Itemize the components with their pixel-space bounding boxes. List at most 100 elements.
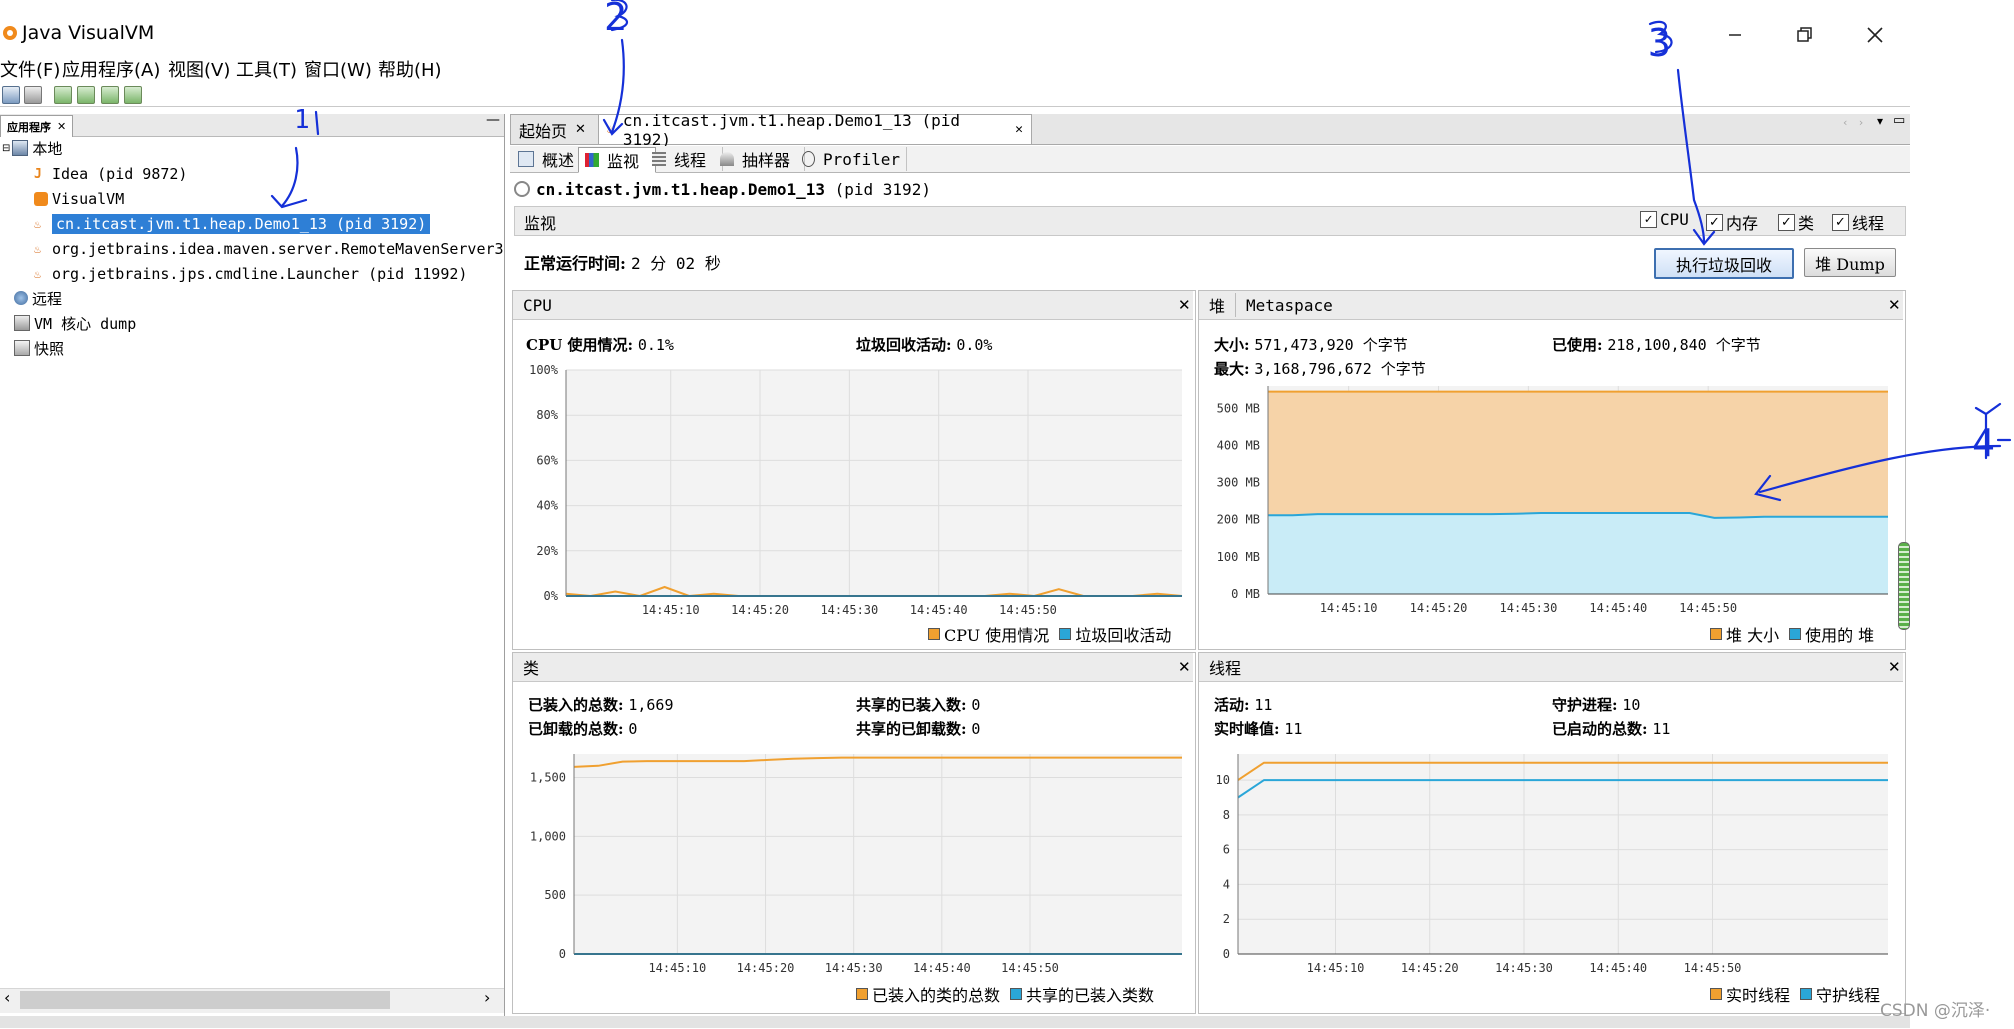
check-icon: ✓ [1778, 213, 1795, 231]
menu-view[interactable]: 视图(V) [168, 56, 230, 82]
cpu-usage: CPU 使用情况: 0.1% [526, 336, 674, 354]
visualvm-logo-icon [2, 24, 18, 42]
tree-node-idea[interactable]: J Idea (pid 9872) [34, 162, 187, 186]
close-icon[interactable]: ✕ [1178, 296, 1191, 314]
minimize-icon[interactable] [1715, 18, 1755, 52]
java-cup-icon: ♨ [34, 217, 42, 231]
tree-node-visualvm[interactable]: VisualVM [34, 187, 124, 211]
profiler-clock-icon [802, 151, 815, 167]
tab-scroll-icon[interactable]: ‹ › [1843, 116, 1867, 129]
add-snapshot-icon[interactable] [124, 86, 142, 104]
scrollbar-thumb[interactable] [20, 991, 390, 1009]
maximize-icon[interactable]: ▭ [1893, 113, 1905, 128]
menu-window[interactable]: 窗口(W) [304, 56, 372, 82]
refresh-icon [514, 181, 530, 197]
x-tick-label: 14:45:20 [1401, 961, 1459, 975]
close-icon[interactable] [1855, 18, 1895, 52]
x-tick-label: 14:45:40 [910, 603, 968, 617]
subtab-profiler[interactable]: Profiler [796, 147, 907, 171]
tree-node-remote[interactable]: 远程 [14, 286, 62, 310]
x-tick-label: 14:45:50 [999, 603, 1057, 617]
sampler-icon [720, 152, 734, 166]
heap-chart: 0 MB 100 MB 200 MB 300 MB 400 MB 500 MB 14:45:… [1217, 386, 1888, 615]
monitor-label: 监视 [524, 214, 557, 233]
annotation-number-4: 4 [1972, 421, 1995, 465]
tree-node-local[interactable]: ⊟ 本地 [2, 136, 62, 160]
tab-metaspace[interactable]: Metaspace [1246, 296, 1333, 315]
tree-node-snapshots[interactable]: 快照 [14, 336, 64, 360]
y-tick-label: 0 [1223, 947, 1230, 961]
x-tick-label: 14:45:30 [1500, 601, 1558, 615]
tab-start-page[interactable]: 起始页 ✕ [510, 114, 612, 144]
scroll-right-icon[interactable]: › [484, 988, 490, 1007]
tab-heap[interactable]: 堆 [1209, 293, 1237, 317]
close-icon[interactable]: ✕ [1178, 658, 1191, 676]
close-icon[interactable]: ✕ [1015, 122, 1023, 137]
coredump-icon [14, 315, 30, 331]
heap-dump-button[interactable]: 堆 Dump [1804, 248, 1896, 277]
checkbox-cpu[interactable]: ✓ CPU [1640, 210, 1689, 229]
threads-legend: 实时线程 守护线程 [1710, 982, 1880, 1006]
y-tick-label: 300 MB [1217, 476, 1260, 490]
menu-file[interactable]: 文件(F) [0, 56, 60, 82]
y-tick-label: 400 MB [1217, 438, 1260, 452]
x-tick-label: 14:45:20 [737, 961, 795, 975]
tree-node-maven-server[interactable]: ♨ org.jetbrains.idea.maven.server.Remote… [34, 237, 504, 261]
tab-demo1-13[interactable]: ♨ cn.itcast.jvm.t1.heap.Demo1_13 (pid 31… [598, 111, 1032, 149]
checkbox-threads[interactable]: ✓ 线程 [1832, 210, 1884, 234]
heap-legend: 堆 大小 使用的 堆 [1710, 622, 1874, 646]
minimize-pane-icon[interactable]: — [486, 112, 500, 128]
monitor-header [514, 206, 1906, 236]
x-tick-label: 14:45:50 [1001, 961, 1059, 975]
vertical-scrollbar-thumb[interactable] [1898, 542, 1910, 630]
monitor-icon [585, 153, 599, 167]
collapse-icon[interactable]: ⊟ [2, 143, 10, 154]
close-icon[interactable]: ✕ [575, 122, 586, 137]
close-icon[interactable]: ✕ [57, 120, 66, 133]
subtab-monitor[interactable]: 监视 [578, 147, 656, 173]
series-area [1268, 513, 1888, 594]
menu-tools[interactable]: 工具(T) [236, 56, 297, 82]
x-tick-label: 14:45:40 [1589, 961, 1647, 975]
uptime: 正常运行时间: 2 分 02 秒 [524, 254, 721, 273]
tree-node-coredump[interactable]: VM 核心 dump [14, 311, 136, 335]
restore-icon[interactable] [1784, 18, 1824, 52]
java-app-icon: J [34, 167, 42, 182]
threads-chart: 0 2 4 6 8 10 14:45:10 14:45:20 14:45:30 14:45:40 1… [1216, 754, 1888, 975]
y-tick-label: 40% [536, 499, 558, 513]
subtab-overview[interactable]: 概述 [512, 147, 585, 171]
close-icon[interactable]: ✕ [1888, 296, 1901, 314]
x-tick-label: 14:45:20 [1410, 601, 1468, 615]
tab-applications[interactable]: 应用程序 ✕ [0, 115, 74, 137]
tree-node-launcher[interactable]: ♨ org.jetbrains.jps.cmdline.Launcher (pi… [34, 262, 467, 286]
heap-panel-header: 堆 Metaspace [1199, 291, 1903, 320]
checkbox-classes[interactable]: ✓ 类 [1778, 210, 1814, 234]
scroll-left-icon[interactable]: ‹ [4, 988, 10, 1007]
add-remote-icon[interactable] [77, 86, 95, 104]
open-snapshot-icon[interactable] [2, 86, 20, 104]
tab-list-icon[interactable]: ▾ [1877, 114, 1883, 128]
y-tick-label: 100% [529, 363, 559, 377]
menu-help[interactable]: 帮助(H) [378, 56, 442, 82]
classes-legend: 已装入的类的总数 共享的已装入类数 [856, 982, 1154, 1006]
perform-gc-button[interactable]: 执行垃圾回收 [1654, 248, 1794, 279]
watermark: CSDN @沉泽· [1880, 1001, 1991, 1021]
legend-swatch-heap-used [1789, 628, 1802, 640]
subtab-threads[interactable]: 线程 [646, 147, 723, 171]
shared-unloaded: 共享的已卸载数: 0 [856, 720, 981, 738]
subtab-sampler[interactable]: 抽样器 [714, 147, 805, 171]
snapshot-icon [14, 340, 30, 356]
save-icon[interactable] [24, 86, 42, 104]
applications-tabbar [0, 114, 504, 137]
heap-max: 最大: 3,168,796,672 个字节 [1214, 360, 1426, 378]
add-jmx-icon[interactable] [54, 86, 72, 104]
close-icon[interactable]: ✕ [1888, 658, 1901, 676]
threads-live: 活动: 11 [1214, 696, 1273, 714]
classes-panel-header: 类 [513, 653, 1193, 682]
cpu-chart: 0% 20% 40% 60% 80% 100% 14:45:10 14:45:20 14:45:… [529, 363, 1183, 617]
add-coredump-icon[interactable] [101, 86, 119, 104]
checkbox-memory[interactable]: ✓ 内存 [1706, 210, 1758, 234]
y-tick-label: 20% [536, 544, 558, 558]
tree-node-demo1-13[interactable]: ♨ cn.itcast.jvm.t1.heap.Demo1_13 (pid 31… [34, 212, 431, 236]
menu-application[interactable]: 应用程序(A) [62, 56, 160, 82]
